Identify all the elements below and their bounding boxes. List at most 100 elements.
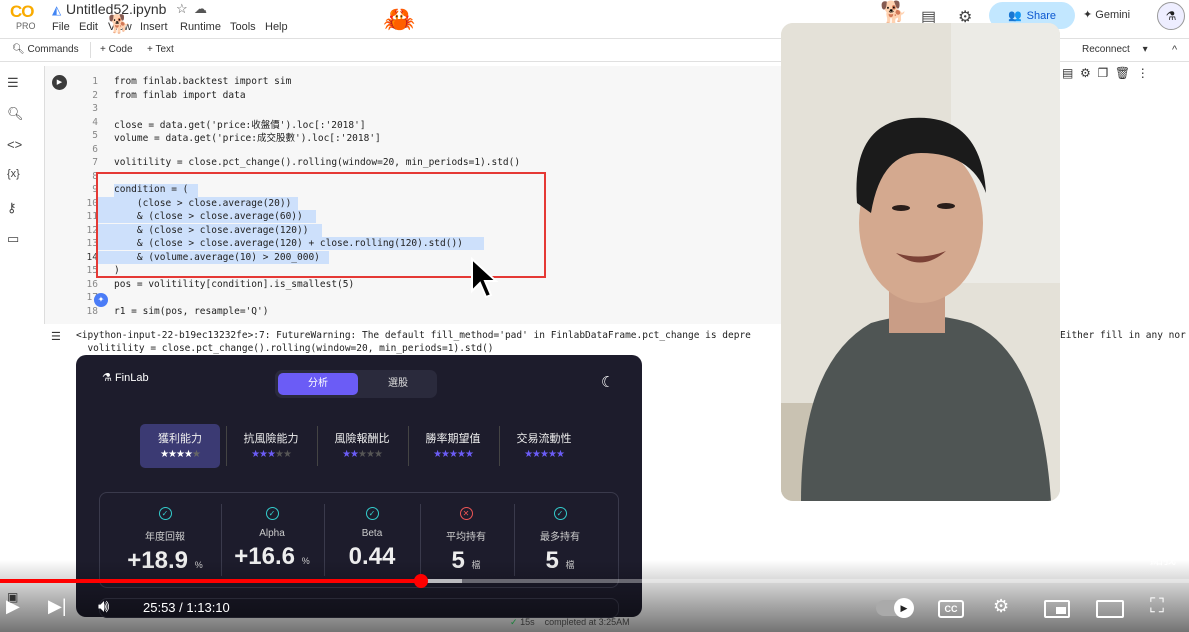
presenter-figure <box>781 23 1060 501</box>
menu-help[interactable]: Help <box>265 21 288 33</box>
progress-played <box>0 579 421 583</box>
cloud-icon[interactable]: ☁ <box>194 1 207 17</box>
colab-logo[interactable]: CO PRO <box>10 2 44 32</box>
volume-icon[interactable]: 🔊︎ <box>98 596 109 617</box>
progress-scrubber[interactable] <box>413 574 428 588</box>
find-icon[interactable]: 🔍︎ <box>7 106 24 122</box>
files-folder-icon[interactable]: ▭ <box>7 231 19 247</box>
menu-runtime[interactable]: Runtime <box>180 21 221 33</box>
gemini-label: Gemini <box>1095 9 1131 21</box>
code-line: volume = data.get('price:成交股數').loc[:'20… <box>114 133 381 144</box>
time-current: 25:53 <box>143 600 176 615</box>
stat-label: Beta <box>361 528 383 539</box>
check-icon: ✓ <box>265 507 279 520</box>
presenter-video <box>781 23 1060 501</box>
collapse-icon[interactable]: ^ <box>1172 44 1177 56</box>
line-number: 4 <box>92 117 98 128</box>
star-rating: ★★★★★ <box>433 449 474 460</box>
secrets-key-icon[interactable]: ⚷ <box>7 200 17 216</box>
click-me-label: 點我 <box>1150 552 1177 567</box>
delete-icon[interactable]: 🗑︎ <box>1115 66 1130 80</box>
code-line: from finlab import data <box>114 90 246 101</box>
cross-icon: ✕ <box>459 507 473 520</box>
check-icon: ✓ <box>553 507 567 520</box>
share-label: Share <box>1026 9 1057 22</box>
people-icon: 👥 <box>1007 10 1022 22</box>
settings-icon[interactable]: ⚙ <box>993 596 1009 617</box>
star-rating: ★★★★★ <box>251 449 292 460</box>
cell-toolbar: ▤ ⚙ ❐ 🗑︎ ⋮ <box>1062 66 1149 80</box>
time-display: 25:53 / 1:13:10 <box>143 600 230 615</box>
status-duration: 15s <box>520 617 535 627</box>
miniplayer-icon[interactable] <box>1044 600 1070 618</box>
stat-label: 最多持有 <box>540 532 580 543</box>
category-risk-resistance[interactable]: 抗風險能力 ★★★★★ <box>231 424 311 468</box>
toolbar-divider <box>90 42 91 58</box>
check-icon: ✓ <box>158 507 172 520</box>
category-label: 交易流動性 <box>516 433 572 445</box>
line-number: 1 <box>92 76 98 87</box>
variables-icon[interactable]: {x} <box>7 168 20 180</box>
divider <box>408 426 409 466</box>
mouse-pointer-icon <box>471 257 499 299</box>
code-line: from finlab.backtest import sim <box>114 76 292 87</box>
divider <box>317 426 318 466</box>
chevron-down-icon: ▾ <box>1142 44 1148 55</box>
line-number: 16 <box>86 279 98 290</box>
star-icon[interactable]: ☆ <box>176 1 188 17</box>
run-cell-button[interactable]: ▶ <box>52 75 67 90</box>
autoplay-toggle[interactable]: ▶ <box>876 598 914 618</box>
check-icon: ✓ <box>510 617 518 627</box>
reconnect-button[interactable]: Reconnect ▾ <box>1082 44 1148 55</box>
search-icon: 🔍︎ <box>12 44 25 55</box>
output-warning-tail: Either fill in any nor <box>1060 330 1186 341</box>
star-rating: ★★★★★ <box>160 449 201 460</box>
category-liquidity[interactable]: 交易流動性 ★★★★★ <box>504 424 584 468</box>
line-number: 6 <box>92 144 98 155</box>
star-rating: ★★★★★ <box>342 449 383 460</box>
add-code-button[interactable]: + Code <box>100 44 133 55</box>
category-risk-reward[interactable]: 風險報酬比 ★★★★★ <box>322 424 402 468</box>
next-icon[interactable]: ▶| <box>48 596 67 617</box>
more-vert-icon[interactable]: ⋮ <box>1137 66 1149 80</box>
toc-icon[interactable]: ☰ <box>7 75 19 91</box>
output-menu-icon[interactable]: ☰ <box>51 330 61 343</box>
menu-tools[interactable]: Tools <box>230 21 256 33</box>
code-line: close = data.get('price:收盤價').loc[:'2018… <box>114 120 366 131</box>
comment-icon[interactable]: ▤ <box>1062 66 1073 80</box>
captions-icon[interactable]: CC <box>938 600 964 618</box>
moon-icon[interactable]: ☾ <box>601 373 614 391</box>
code-line: pos = volitility[condition].is_smallest(… <box>114 279 355 290</box>
gemini-assist-icon[interactable]: ✦ <box>94 293 108 307</box>
fullscreen-icon[interactable]: ⛶ <box>1150 595 1164 618</box>
avatar[interactable]: ⚗ <box>1157 2 1185 30</box>
category-win-rate[interactable]: 勝率期望值 ★★★★★ <box>413 424 493 468</box>
menu-file[interactable]: File <box>52 21 70 33</box>
flask-icon: ⚗ <box>1154 526 1172 548</box>
category-profitability[interactable]: 獲利能力 ★★★★★ <box>140 424 220 468</box>
menu-insert[interactable]: Insert <box>140 21 168 33</box>
settings-icon[interactable]: ⚙ <box>1080 66 1091 80</box>
output-warning-line: <ipython-input-22-b19ec13232fe>:7: Futur… <box>76 330 751 341</box>
crab-mascot-icon: 🦀 <box>383 4 416 34</box>
gemini-button[interactable]: ✦ Gemini <box>1083 8 1130 21</box>
time-total: 1:13:10 <box>186 600 230 615</box>
finlab-flask-icon: ⚗ <box>102 372 112 384</box>
tab-analysis[interactable]: 分析 <box>278 373 358 395</box>
logo-pro-badge: PRO <box>16 21 36 31</box>
play-icon[interactable]: ▶ <box>6 596 20 617</box>
add-text-button[interactable]: + Text <box>147 44 174 55</box>
click-me-overlay[interactable]: ⚗ 點我 <box>1150 524 1176 568</box>
stat-label: 年度回報 <box>145 532 185 543</box>
code-snippets-icon[interactable]: <> <box>7 137 22 152</box>
commands-label: Commands <box>27 44 79 55</box>
autoplay-play-icon: ▶ <box>894 598 914 618</box>
theater-mode-icon[interactable] <box>1096 600 1124 618</box>
stat-label: 平均持有 <box>446 532 486 543</box>
commands-button[interactable]: 🔍︎ Commands <box>12 44 79 55</box>
category-label: 抗風險能力 <box>243 433 299 445</box>
menu-edit[interactable]: Edit <box>79 21 98 33</box>
mirror-cell-icon[interactable]: ❐ <box>1097 66 1108 80</box>
divider <box>499 426 500 466</box>
tab-stock-picking[interactable]: 選股 <box>360 373 436 395</box>
